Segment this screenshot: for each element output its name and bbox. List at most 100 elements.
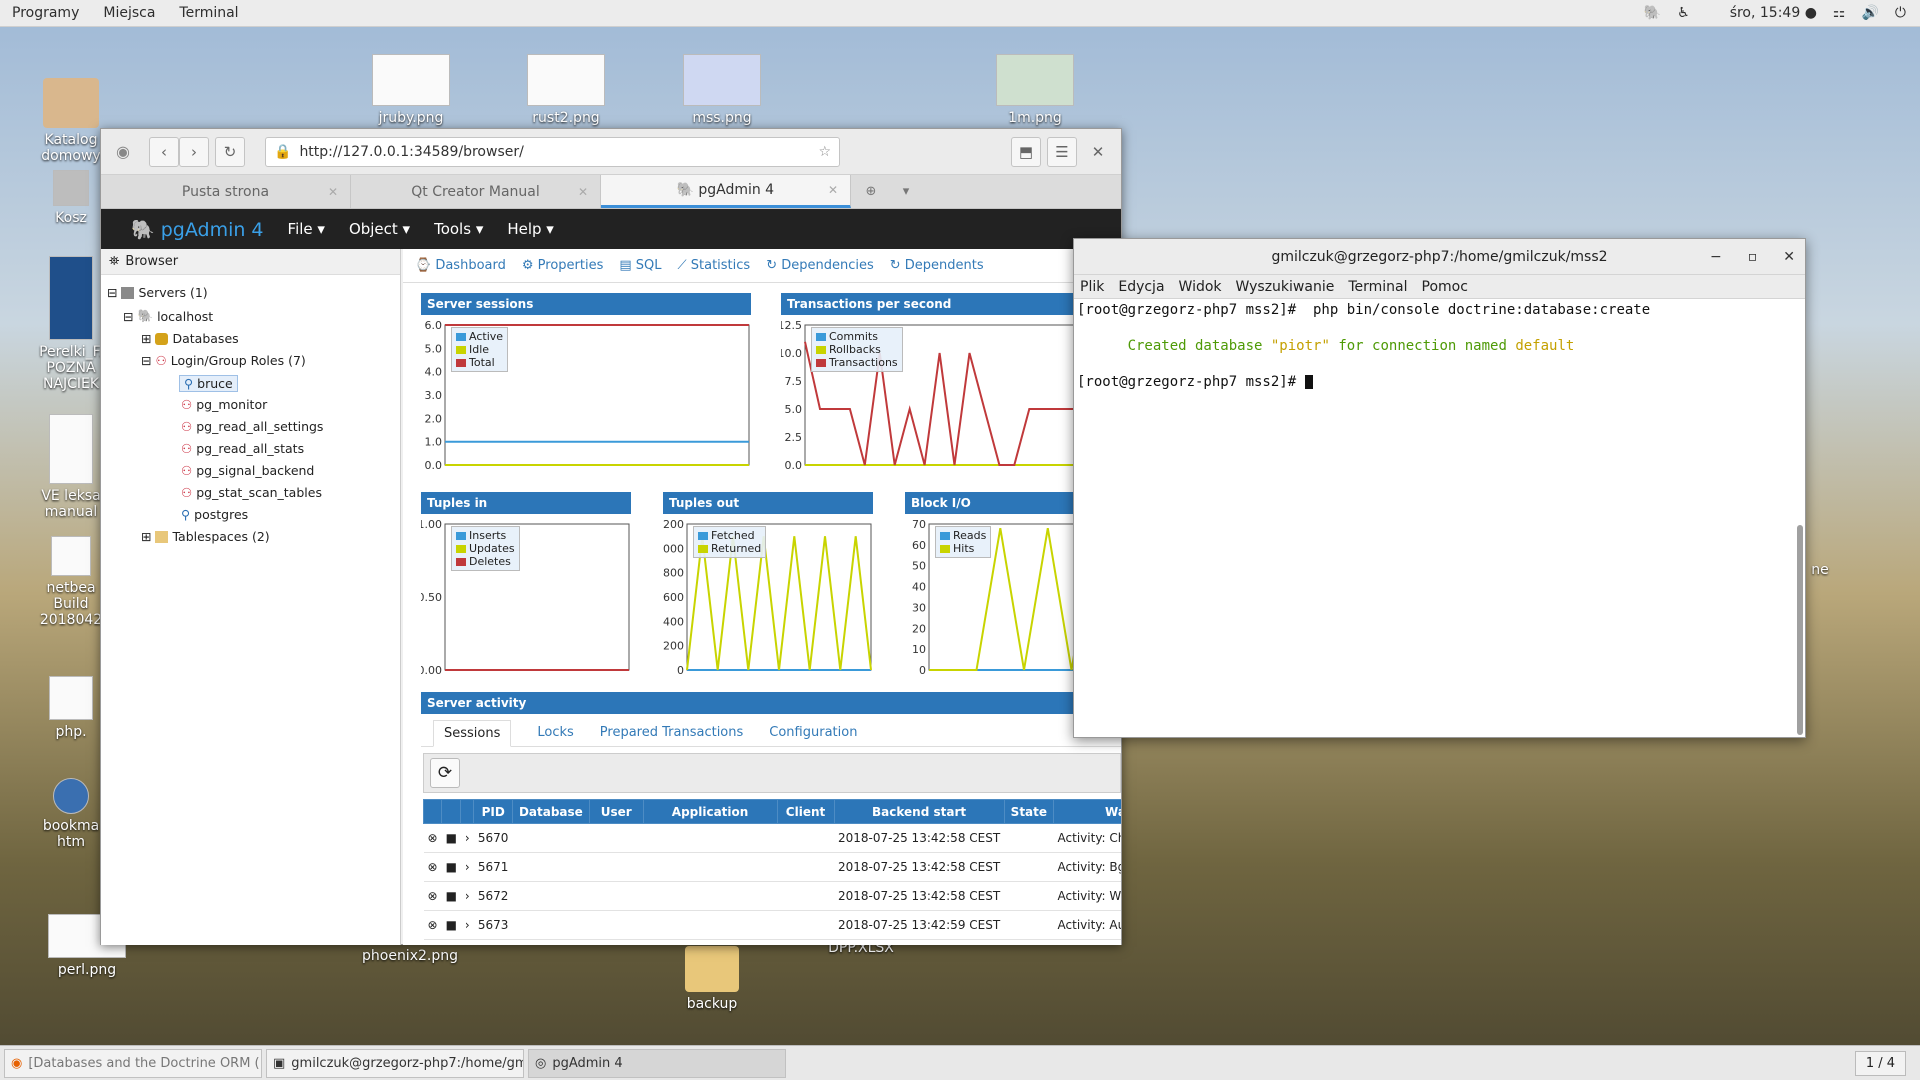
menu-search[interactable]: Wyszukiwanie [1236,279,1335,295]
terminal-scrollbar[interactable] [1797,525,1803,735]
expand-row-icon[interactable]: › [460,881,474,911]
column-header-backend-start[interactable]: Backend start [833,799,1005,824]
column-header-database[interactable]: Database [511,799,590,824]
tab-statistics[interactable]: ⟋ Statistics [678,258,751,273]
expand-icon[interactable]: ⊞ [141,529,151,544]
column-header-state[interactable]: State [1003,799,1055,824]
power-icon[interactable]: ⏻ [1895,5,1906,21]
column-header-client[interactable]: Client [776,799,835,824]
tab-dependents[interactable]: ↻ Dependents [890,258,984,273]
tab-dependencies[interactable]: ↻ Dependencies [766,258,874,273]
menu-button[interactable]: ☰ [1047,136,1077,167]
close-window-button[interactable]: ✕ [1083,137,1113,167]
desktop-icon[interactable]: jruby.png [356,54,466,126]
column-header-wait-event[interactable]: Wait Ev [1053,799,1121,824]
cancel-query-icon[interactable]: ■ [441,910,461,940]
tab-list-button[interactable]: ▾ [891,175,921,208]
desktop-icon[interactable]: 1m.png [980,54,1090,126]
tab-prepared-transactions[interactable]: Prepared Transactions [600,725,743,746]
tree-node-role[interactable]: ⚇ pg_read_all_settings [181,419,323,434]
desktop-icon[interactable]: Katalog domowy [32,78,110,164]
expand-row-icon[interactable]: › [460,910,474,940]
menu-help[interactable]: Pomoc [1422,279,1468,295]
collapse-icon[interactable]: ⊟ [141,353,151,368]
back-button[interactable]: ‹ [149,136,179,167]
desktop-icon[interactable]: rust2.png [511,54,621,126]
taskbar-item-pgadmin[interactable]: ◎ pgAdmin 4 [528,1048,786,1078]
table-row[interactable]: ⊗ ■ › 5670 2018-07-25 13:42:58 CEST Activity:… [423,823,1121,853]
places-menu[interactable]: Miejsca [91,5,167,21]
table-row[interactable]: ⊗ ■ › 5671 2018-07-25 13:42:58 CEST Activity:… [423,852,1121,882]
desktop-icon[interactable]: VE leksa manual [32,414,110,520]
desktop-icon[interactable]: bookma htm [32,778,110,850]
desktop-icon[interactable]: netbea Build 2018042 [32,536,110,628]
tab-sql[interactable]: ▤ SQL [619,258,661,273]
tree-node-databases[interactable]: ⊞ Databases [141,331,239,346]
tools-menu[interactable]: Tools ▾ [434,220,483,238]
column-header-pid[interactable]: PID [473,799,513,824]
tree-node-role[interactable]: ⚇ pg_monitor [181,397,267,412]
tree-node-role[interactable]: ⚇ pg_stat_scan_tables [181,485,322,500]
close-tab-icon[interactable]: ✕ [328,185,338,199]
expand-row-icon[interactable]: › [460,852,474,882]
tab-empty-page[interactable]: Pusta strona ✕ [101,175,351,208]
close-tab-icon[interactable]: ✕ [578,185,588,199]
desktop-icon[interactable]: Perelki_F. POZNA NAJCIEK [32,256,110,392]
terminal-menu[interactable]: Terminal [167,5,250,21]
taskbar-item-firefox[interactable]: ◉ [Databases and the Doctrine ORM (... [4,1048,262,1078]
expand-icon[interactable]: ⊞ [141,331,151,346]
file-menu[interactable]: File ▾ [288,220,325,238]
terminate-session-icon[interactable]: ⊗ [423,910,442,940]
tab-pgadmin[interactable]: 🐘 pgAdmin 4 ✕ [601,175,851,208]
menu-edit[interactable]: Edycja [1118,279,1164,295]
cancel-query-icon[interactable]: ■ [441,881,461,911]
refresh-button[interactable]: ⟳ [430,758,460,788]
tab-qt-creator[interactable]: Qt Creator Manual ✕ [351,175,601,208]
site-info-icon[interactable]: 🔒 [274,144,291,160]
column-header-user[interactable]: User [588,799,644,824]
close-button[interactable]: ✕ [1783,249,1795,265]
tree-node-servers[interactable]: ⊟ Servers (1) [107,285,208,300]
expand-row-icon[interactable]: › [460,823,474,853]
new-tab-button[interactable]: ⊕ [851,175,891,208]
url-text[interactable]: http://127.0.0.1:34589/browser/ [299,144,523,160]
accessibility-icon[interactable]: ♿ [1677,5,1690,21]
tree-node-role[interactable]: ⚲ postgres [181,507,248,522]
applications-menu[interactable]: Programy [0,5,91,21]
clock[interactable]: śro, 15:49 ● [1730,5,1817,21]
table-row[interactable]: ⊗ ■ › 5672 2018-07-25 13:42:58 CEST Activity:… [423,881,1121,911]
tab-properties[interactable]: ⚙ Properties [522,258,604,273]
bookmark-star-icon[interactable]: ☆ [818,144,831,160]
terminate-session-icon[interactable]: ⊗ [423,823,442,853]
taskbar-item-terminal[interactable]: ▣ gmilczuk@grzegorz-php7:/home/gm... [266,1048,524,1078]
maximize-button[interactable]: ▫ [1748,249,1758,265]
tree-node-tablespaces[interactable]: ⊞ Tablespaces (2) [141,529,270,544]
cancel-query-icon[interactable]: ■ [441,852,461,882]
reload-button[interactable]: ↻ [215,136,245,167]
tab-locks[interactable]: Locks [537,725,573,746]
downloads-button[interactable]: ⬒ [1011,136,1041,167]
collapse-icon[interactable]: ⊟ [107,285,117,300]
object-menu[interactable]: Object ▾ [349,220,410,238]
menu-file[interactable]: Plik [1080,279,1104,295]
cancel-query-icon[interactable]: ■ [441,823,461,853]
tab-dashboard[interactable]: ⌚ Dashboard [415,258,506,273]
browser-icon[interactable]: ◉ [109,142,137,161]
desktop-icon[interactable]: mss.png [667,54,777,126]
desktop-icon[interactable]: Kosz [32,170,110,226]
help-menu[interactable]: Help ▾ [507,220,554,238]
tree-node-role[interactable]: ⚇ pg_signal_backend [181,463,314,478]
desktop-icon[interactable]: ne [1800,562,1840,578]
volume-icon[interactable]: 🔊 [1861,5,1878,21]
tree-node-role[interactable]: ⚇ pg_read_all_stats [181,441,304,456]
workspace-switcher[interactable]: 1 / 4 [1854,1050,1906,1076]
column-header-application[interactable]: Application [642,799,778,824]
table-row[interactable]: ⊗ ■ › 5673 2018-07-25 13:42:59 CEST Activity:… [423,910,1121,940]
tree-node-roles[interactable]: ⊟ ⚇ Login/Group Roles (7) [141,353,306,368]
collapse-icon[interactable]: ⊟ [123,309,133,324]
tree-node-localhost[interactable]: ⊟ 🐘 localhost [123,308,213,324]
close-tab-icon[interactable]: ✕ [828,183,838,197]
network-icon[interactable]: ⚏ [1833,5,1846,21]
url-bar[interactable]: 🔒 http://127.0.0.1:34589/browser/ ☆ [265,136,840,167]
terminal-titlebar[interactable]: gmilczuk@grzegorz-php7:/home/gmilczuk/ms… [1074,239,1805,275]
